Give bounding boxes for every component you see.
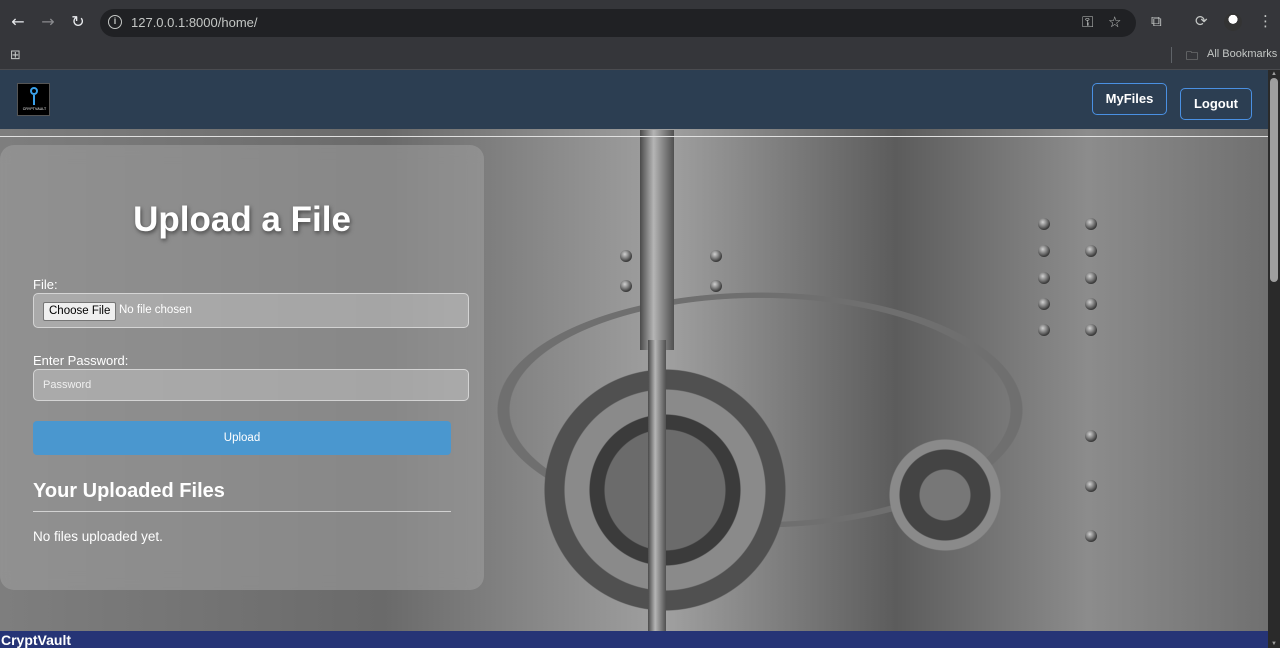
rivet [1085,218,1097,230]
page-scrollbar[interactable]: ▲ ▼ [1268,70,1280,648]
rivet [1038,324,1050,336]
upload-card: Upload a File File: Choose File No file … [0,145,484,590]
profile-avatar[interactable] [1224,13,1242,31]
myfiles-button[interactable]: MyFiles [1092,83,1167,115]
upload-button[interactable]: Upload [33,421,451,455]
rivet [1085,324,1097,336]
footer-brand: CryptVault [1,632,72,648]
password-key-icon[interactable]: ⚿ [1082,13,1093,31]
password-label: Enter Password: [33,353,129,368]
file-status-text: No file chosen [119,304,192,316]
sync-icon[interactable]: ⟳ [1195,12,1208,30]
rivet [1085,430,1097,442]
cryptvault-logo[interactable]: CRYPTVAULT [17,83,50,116]
page-title: Upload a File [133,200,351,239]
file-label: File: [33,277,58,292]
rivet [620,280,632,292]
scroll-up-icon[interactable]: ▲ [1270,71,1278,77]
rivet [1085,298,1097,310]
bookmarks-divider [1171,47,1172,63]
folder-icon[interactable]: 🗀 [1186,47,1198,68]
bookmarks-bar: ⊞ 🗀 All Bookmarks [0,44,1280,70]
back-icon[interactable]: ← [8,12,28,32]
logout-button[interactable]: Logout [1180,88,1252,120]
rivet [1085,272,1097,284]
reload-icon[interactable]: ↻ [68,12,88,32]
header-divider [0,136,1268,137]
menu-dots-icon[interactable]: ⋮ [1258,12,1273,30]
extensions-icon[interactable]: ⧉ [1151,12,1162,30]
password-input[interactable] [33,369,469,401]
empty-files-message: No files uploaded yet. [33,529,163,544]
rivet [1085,530,1097,542]
rivet [1038,272,1050,284]
rivet [1085,245,1097,257]
browser-toolbar: ← → ↻ i 127.0.0.1:8000/home/ ⚿ ☆ ⧉ ⟳ ⋮ [0,0,1280,44]
files-divider [33,511,451,512]
site-navbar: CRYPTVAULT MyFiles Logout [0,70,1268,129]
key-stem [33,95,35,105]
rivet [1038,245,1050,257]
apps-grid-icon[interactable]: ⊞ [10,48,21,63]
scroll-thumb[interactable] [1270,78,1278,282]
address-bar[interactable]: i 127.0.0.1:8000/home/ ⚿ ☆ [100,9,1136,37]
rivet [710,250,722,262]
choose-file-button[interactable]: Choose File [43,302,117,321]
scroll-down-icon[interactable]: ▼ [1270,641,1278,647]
logo-text: CRYPTVAULT [22,107,47,111]
forward-icon[interactable]: → [38,12,58,32]
all-bookmarks-link[interactable]: All Bookmarks [1207,48,1277,60]
vault-spoke [648,340,666,640]
rivet [620,250,632,262]
rivet [1038,298,1050,310]
key-icon [30,87,38,95]
page-viewport: CRYPTVAULT MyFiles Logout Upload a File … [0,70,1280,648]
site-footer: CryptVault [0,631,1268,648]
vault-bolt [640,130,674,350]
bookmark-star-icon[interactable]: ☆ [1108,13,1121,31]
rivet [1038,218,1050,230]
rivet [1085,480,1097,492]
rivet [710,280,722,292]
site-info-icon[interactable]: i [108,15,122,29]
address-url[interactable]: 127.0.0.1:8000/home/ [131,15,258,30]
file-input[interactable]: Choose File No file chosen [33,293,469,328]
uploaded-files-heading: Your Uploaded Files [33,480,225,502]
